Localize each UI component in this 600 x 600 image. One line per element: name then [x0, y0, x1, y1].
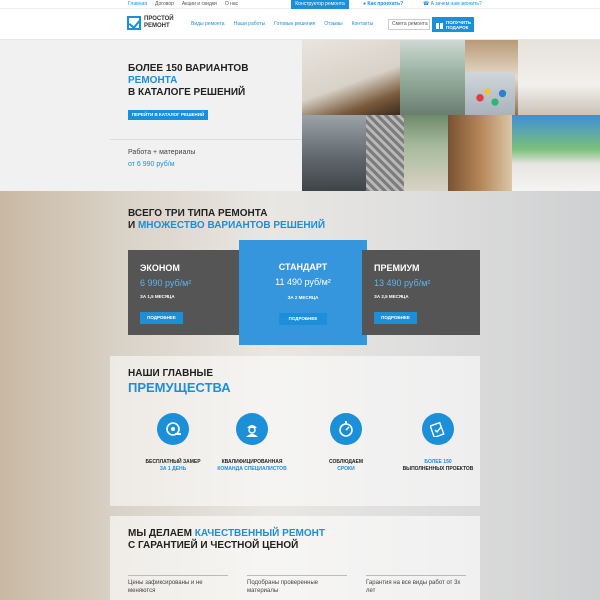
card-standard: СТАНДАРТ 11 490 руб/м² ЗА 2 МЕСЯЦА ПОДРО… [239, 240, 367, 345]
card-name: ЭКОНОМ [140, 263, 180, 273]
gallery-photo[interactable] [518, 40, 600, 115]
top-link-about[interactable]: О нас [225, 1, 238, 7]
card-term: ЗА 2 МЕСЯЦА [287, 295, 319, 300]
types-title-and: И [128, 220, 136, 231]
quality-title-highlight: КАЧЕСТВЕННЫЙ РЕМОНТ [194, 528, 325, 539]
logo-check-icon [127, 16, 141, 30]
types-title: ВСЕГО ТРИ ТИПА РЕМОНТА И МНОЖЕСТВО ВАРИА… [128, 208, 388, 232]
advantage-sublabel: ВЫПОЛНЕННЫХ ПРОЕКТОВ [402, 466, 474, 472]
starting-price: от 6 990 руб/м [128, 161, 175, 168]
advantage-sublabel: КОМАНДА СПЕЦИАЛИСТОВ [217, 466, 287, 472]
card-more-button[interactable]: ПОДРОБНЕЕ [374, 312, 417, 324]
card-name: СТАНДАРТ [278, 262, 328, 272]
header: ПРОСТОЙ РЕМОНТ Виды ремонта Наши работы … [0, 9, 600, 40]
gallery-photo[interactable] [366, 115, 404, 191]
top-links: Главная Договор Акции и скидки О нас [128, 1, 238, 7]
gallery-photo[interactable] [302, 40, 400, 115]
advantages-title-line2: ПРЕМУЩЕСТВА [128, 380, 231, 395]
logo[interactable]: ПРОСТОЙ РЕМОНТ [127, 16, 184, 30]
nav-item-solutions[interactable]: Готовые решения [274, 21, 315, 27]
top-link-promo[interactable]: Акции и скидки [182, 1, 217, 7]
advantage-item: КВАЛИФИЦИРОВАННАЯ КОМАНДА СПЕЦИАЛИСТОВ [207, 413, 297, 473]
nav-item-reviews[interactable]: Отзывы [324, 21, 342, 27]
card-more-button[interactable]: ПОДРОБНЕЕ [140, 312, 183, 324]
checklist-icon [422, 413, 454, 445]
card-premium: ПРЕМИУМ 13 490 руб/м² ЗА 2,5 МЕСЯЦА ПОДР… [362, 250, 480, 335]
quality-title-line2: С ГАРАНТИЕЙ И ЧЕСТНОЙ ЦЕНОЙ [128, 540, 299, 551]
nav-item-works[interactable]: Наши работы [234, 21, 266, 27]
advantage-sublabel: СРОКИ [337, 466, 355, 472]
top-link-home[interactable]: Главная [128, 1, 147, 7]
gallery-photo[interactable] [465, 72, 515, 115]
how-to-get-label: Как проехать? [367, 1, 404, 7]
gift-label-line1: ПОЛУЧИТЬ [446, 19, 471, 25]
quality-title: МЫ ДЕЛАЕМ КАЧЕСТВЕННЫЙ РЕМОНТ С ГАРАНТИЕ… [128, 528, 388, 552]
advantages-title-line1: НАШИ ГЛАВНЫЕ [128, 368, 214, 379]
logo-line1: ПРОСТОЙ [144, 16, 174, 22]
advantage-sublabel: ЗА 1 ДЕНЬ [159, 466, 187, 472]
how-to-get-link[interactable]: ● Как проехать? [363, 1, 403, 7]
main-nav: Виды ремонта Наши работы Готовые решения… [191, 21, 373, 27]
card-term: ЗА 2,5 МЕСЯЦА [374, 294, 409, 299]
logo-text: ПРОСТОЙ РЕМОНТ [144, 16, 184, 30]
hero-title: БОЛЕЕ 150 ВАРИАНТОВ РЕМОНТА В КАТАЛОГЕ Р… [128, 63, 298, 99]
catalog-button[interactable]: ПЕРЕЙТИ В КАТАЛОГ РЕШЕНИЙ [128, 110, 208, 120]
why-call-link[interactable]: ☎ А зачем нам звонить? [423, 1, 482, 7]
get-gift-button[interactable]: ПОЛУЧИТЬ ПОДАРОК [432, 17, 474, 32]
advantage-label: БЕСПЛАТНЫЙ ЗАМЕР [145, 459, 201, 465]
card-price: 13 490 руб/м² [374, 278, 431, 288]
quality-title-part: МЫ ДЕЛАЕМ [128, 528, 192, 539]
advantage-label: БОЛЕЕ 150 [424, 459, 452, 465]
feature-item: Цены зафиксированы и не меняются [128, 575, 228, 595]
types-title-line2: И МНОЖЕСТВО ВАРИАНТОВ РЕШЕНИЙ [128, 220, 388, 232]
feature-item: Подобраны проверенные материалы [247, 575, 347, 595]
top-strip: Главная Договор Акции и скидки О нас Кон… [0, 0, 600, 9]
stopwatch-icon [330, 413, 362, 445]
gallery-photo[interactable] [512, 115, 600, 191]
feature-item: Гарантия на все виды работ от 3х лет [366, 575, 466, 595]
gift-label: ПОЛУЧИТЬ ПОДАРОК [446, 20, 471, 30]
card-price: 11 490 руб/м² [275, 277, 331, 287]
gift-label-line2: ПОДАРОК [446, 24, 469, 30]
types-title-highlight: МНОЖЕСТВО ВАРИАНТОВ РЕШЕНИЙ [137, 220, 326, 231]
constructor-button[interactable]: Конструктор ремонта [291, 0, 349, 9]
hero-divider [110, 139, 302, 140]
card-econom: ЭКОНОМ 6 990 руб/м² ЗА 1,5 МЕСЯЦА ПОДРОБ… [128, 250, 246, 335]
worker-icon [236, 413, 268, 445]
tape-measure-icon [157, 413, 189, 445]
card-price: 6 990 руб/м² [140, 278, 192, 288]
hero-title-line2: РЕМОНТА [128, 75, 178, 86]
hero-title-line1: БОЛЕЕ 150 ВАРИАНТОВ [128, 63, 249, 74]
logo-line2: РЕМОНТ [144, 23, 170, 29]
gallery-photo[interactable] [302, 115, 366, 191]
advantages-title: НАШИ ГЛАВНЫЕ ПРЕМУЩЕСТВА [128, 367, 231, 395]
interior-gallery [302, 40, 600, 191]
gift-icon [436, 23, 443, 29]
types-title-line1: ВСЕГО ТРИ ТИПА РЕМОНТА [128, 208, 268, 219]
top-link-contract[interactable]: Договор [155, 1, 174, 7]
card-more-button[interactable]: ПОДРОБНЕЕ [279, 313, 327, 325]
advantage-item: СОБЛЮДАЕМ СРОКИ [301, 413, 391, 473]
nav-item-contacts[interactable]: Контакты [352, 21, 374, 27]
gallery-photo[interactable] [404, 115, 448, 191]
card-term: ЗА 1,5 МЕСЯЦА [140, 294, 175, 299]
advantage-item: БЕСПЛАТНЫЙ ЗАМЕР ЗА 1 ДЕНЬ [128, 413, 218, 473]
advantage-item: БОЛЕЕ 150 ВЫПОЛНЕННЫХ ПРОЕКТОВ [393, 413, 483, 473]
quality-title-line1: МЫ ДЕЛАЕМ КАЧЕСТВЕННЫЙ РЕМОНТ [128, 528, 388, 540]
work-materials-text: Работа + материалы [128, 149, 196, 156]
advantage-label: КВАЛИФИЦИРОВАННАЯ [221, 459, 283, 465]
advantage-label: СОБЛЮДАЕМ [328, 459, 364, 465]
nav-item-types[interactable]: Виды ремонта [191, 21, 225, 27]
card-name: ПРЕМИУМ [374, 263, 420, 273]
hero-title-line3: В КАТАЛОГЕ РЕШЕНИЙ [128, 87, 246, 98]
gallery-photo[interactable] [400, 40, 465, 115]
why-call-label: А зачем нам звонить? [430, 1, 482, 7]
estimate-field[interactable]: Смета ремонта [388, 19, 430, 30]
phone-icon: ☎ [423, 1, 431, 7]
gallery-photo[interactable] [448, 115, 512, 191]
